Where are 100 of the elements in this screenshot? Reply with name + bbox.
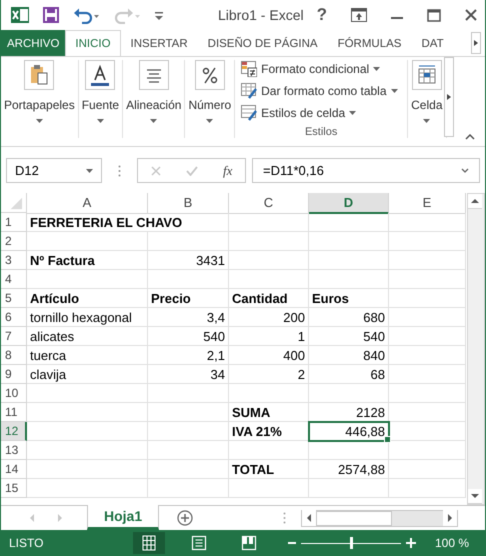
table-cell[interactable]: FERRETERIA EL CHAVO	[27, 213, 229, 232]
save-icon[interactable]	[43, 7, 59, 23]
scroll-left-icon[interactable]	[302, 510, 316, 526]
row-header[interactable]: 8	[1, 346, 27, 365]
name-box[interactable]: D12	[6, 158, 102, 183]
scroll-up-icon[interactable]	[468, 194, 482, 209]
table-cell[interactable]: 2,1	[148, 346, 229, 365]
row-header[interactable]: 9	[1, 365, 27, 384]
table-cell[interactable]	[229, 384, 309, 403]
scroll-down-icon[interactable]	[468, 489, 482, 504]
slider-thumb[interactable]	[350, 537, 353, 549]
help-button[interactable]: ?	[316, 6, 327, 24]
table-cell[interactable]	[389, 327, 466, 346]
next-sheet-icon[interactable]	[57, 514, 63, 522]
table-cell[interactable]: TOTAL	[229, 460, 309, 479]
table-cell[interactable]	[389, 479, 466, 498]
add-sheet-icon[interactable]	[177, 510, 194, 526]
scroll-thumb[interactable]	[316, 510, 392, 526]
table-cell[interactable]	[148, 479, 229, 498]
table-cell[interactable]: 68	[309, 365, 389, 384]
table-cell[interactable]: 540	[148, 327, 229, 346]
table-cell[interactable]: 680	[309, 308, 389, 327]
table-cell[interactable]: 540	[309, 327, 389, 346]
ribbon-group-button[interactable]: Fuente	[78, 60, 122, 138]
table-cell[interactable]	[148, 441, 229, 460]
horizontal-scrollbar[interactable]	[301, 510, 458, 526]
table-cell[interactable]: tornillo hexagonal	[27, 308, 148, 327]
row-header[interactable]: 7	[1, 327, 27, 346]
table-cell[interactable]	[389, 441, 466, 460]
ribbon-tab[interactable]: DAT	[411, 30, 447, 56]
table-cell[interactable]	[389, 213, 466, 232]
table-cell[interactable]: Euros	[309, 289, 389, 308]
row-header[interactable]: 13	[1, 441, 27, 460]
table-cell[interactable]: IVA 21%	[229, 422, 309, 441]
table-cell[interactable]	[389, 232, 466, 251]
selected-cell[interactable]: 446,88	[309, 422, 389, 441]
table-cell[interactable]: Precio	[148, 289, 229, 308]
ribbon-tab[interactable]: INICIO	[65, 30, 121, 56]
table-cell[interactable]	[27, 479, 148, 498]
table-cell[interactable]: SUMA	[229, 403, 309, 422]
table-cell[interactable]	[229, 232, 309, 251]
table-cell[interactable]	[148, 422, 229, 441]
table-cell[interactable]: 400	[229, 346, 309, 365]
customize-icon[interactable]	[155, 10, 163, 20]
table-cell[interactable]: Artículo	[27, 289, 148, 308]
table-cell[interactable]	[389, 346, 466, 365]
table-cell[interactable]	[148, 232, 229, 251]
vertical-scrollbar[interactable]	[467, 193, 485, 505]
file-tab[interactable]: ARCHIVO	[1, 30, 66, 56]
table-cell[interactable]	[148, 460, 229, 479]
row-header[interactable]: 2	[1, 232, 27, 251]
table-cell[interactable]	[309, 213, 389, 232]
cancel-icon[interactable]	[150, 166, 161, 176]
table-cell[interactable]	[27, 422, 148, 441]
fill-handle[interactable]	[384, 436, 391, 443]
table-cell[interactable]	[309, 232, 389, 251]
table-cell[interactable]	[229, 213, 309, 232]
table-cell[interactable]: 2128	[309, 403, 389, 422]
table-cell[interactable]: alicates	[27, 327, 148, 346]
table-cell[interactable]	[389, 289, 466, 308]
column-header[interactable]: B	[148, 193, 229, 214]
table-cell[interactable]	[27, 441, 148, 460]
column-header[interactable]: E	[389, 193, 466, 214]
table-cell[interactable]	[27, 384, 148, 403]
ribbon-group-button[interactable]: Portapapeles	[1, 60, 78, 138]
table-cell[interactable]: 3,4	[148, 308, 229, 327]
zoom-level[interactable]: 100 %	[434, 536, 469, 550]
collapse-ribbon-icon[interactable]	[465, 134, 475, 140]
row-header[interactable]: 12	[1, 422, 27, 441]
ribbon-menu-button[interactable]: Formato condicional	[241, 60, 402, 78]
table-cell[interactable]	[229, 479, 309, 498]
ribbon-tab[interactable]: FÓRMULAS	[328, 30, 412, 56]
row-header[interactable]: 10	[1, 384, 27, 403]
table-cell[interactable]	[148, 270, 229, 289]
ribbon-tab[interactable]: DISEÑO DE PÁGINA	[198, 30, 328, 56]
table-cell[interactable]: 840	[309, 346, 389, 365]
table-cell[interactable]	[27, 232, 148, 251]
table-cell[interactable]	[27, 270, 148, 289]
table-cell[interactable]	[309, 251, 389, 270]
table-cell[interactable]: 2	[229, 365, 309, 384]
row-header[interactable]: 6	[1, 308, 27, 327]
table-cell[interactable]	[389, 460, 466, 479]
insert-function-button[interactable]: fx	[223, 162, 232, 178]
row-header[interactable]: 15	[1, 479, 27, 498]
row-header[interactable]: 3	[1, 251, 27, 270]
table-cell[interactable]: 200	[229, 308, 309, 327]
ribbon-group-button[interactable]: Número	[185, 60, 234, 138]
ribbon-options-icon[interactable]	[351, 8, 367, 22]
table-cell[interactable]	[27, 403, 148, 422]
undo-icon[interactable]	[73, 6, 100, 24]
ribbon-menu-button[interactable]: Estilos de celda	[241, 104, 402, 122]
previous-sheet-icon[interactable]	[29, 514, 35, 522]
column-header[interactable]: A	[27, 193, 148, 214]
row-header[interactable]: 1	[1, 213, 27, 232]
table-cell[interactable]: Cantidad	[229, 289, 309, 308]
scroll-right-icon[interactable]	[471, 32, 481, 54]
table-cell[interactable]	[229, 251, 309, 270]
ribbon-group-button[interactable]: Alineación	[123, 60, 184, 138]
formula-field[interactable]: =D11*0,16	[252, 158, 480, 183]
table-cell[interactable]	[309, 479, 389, 498]
